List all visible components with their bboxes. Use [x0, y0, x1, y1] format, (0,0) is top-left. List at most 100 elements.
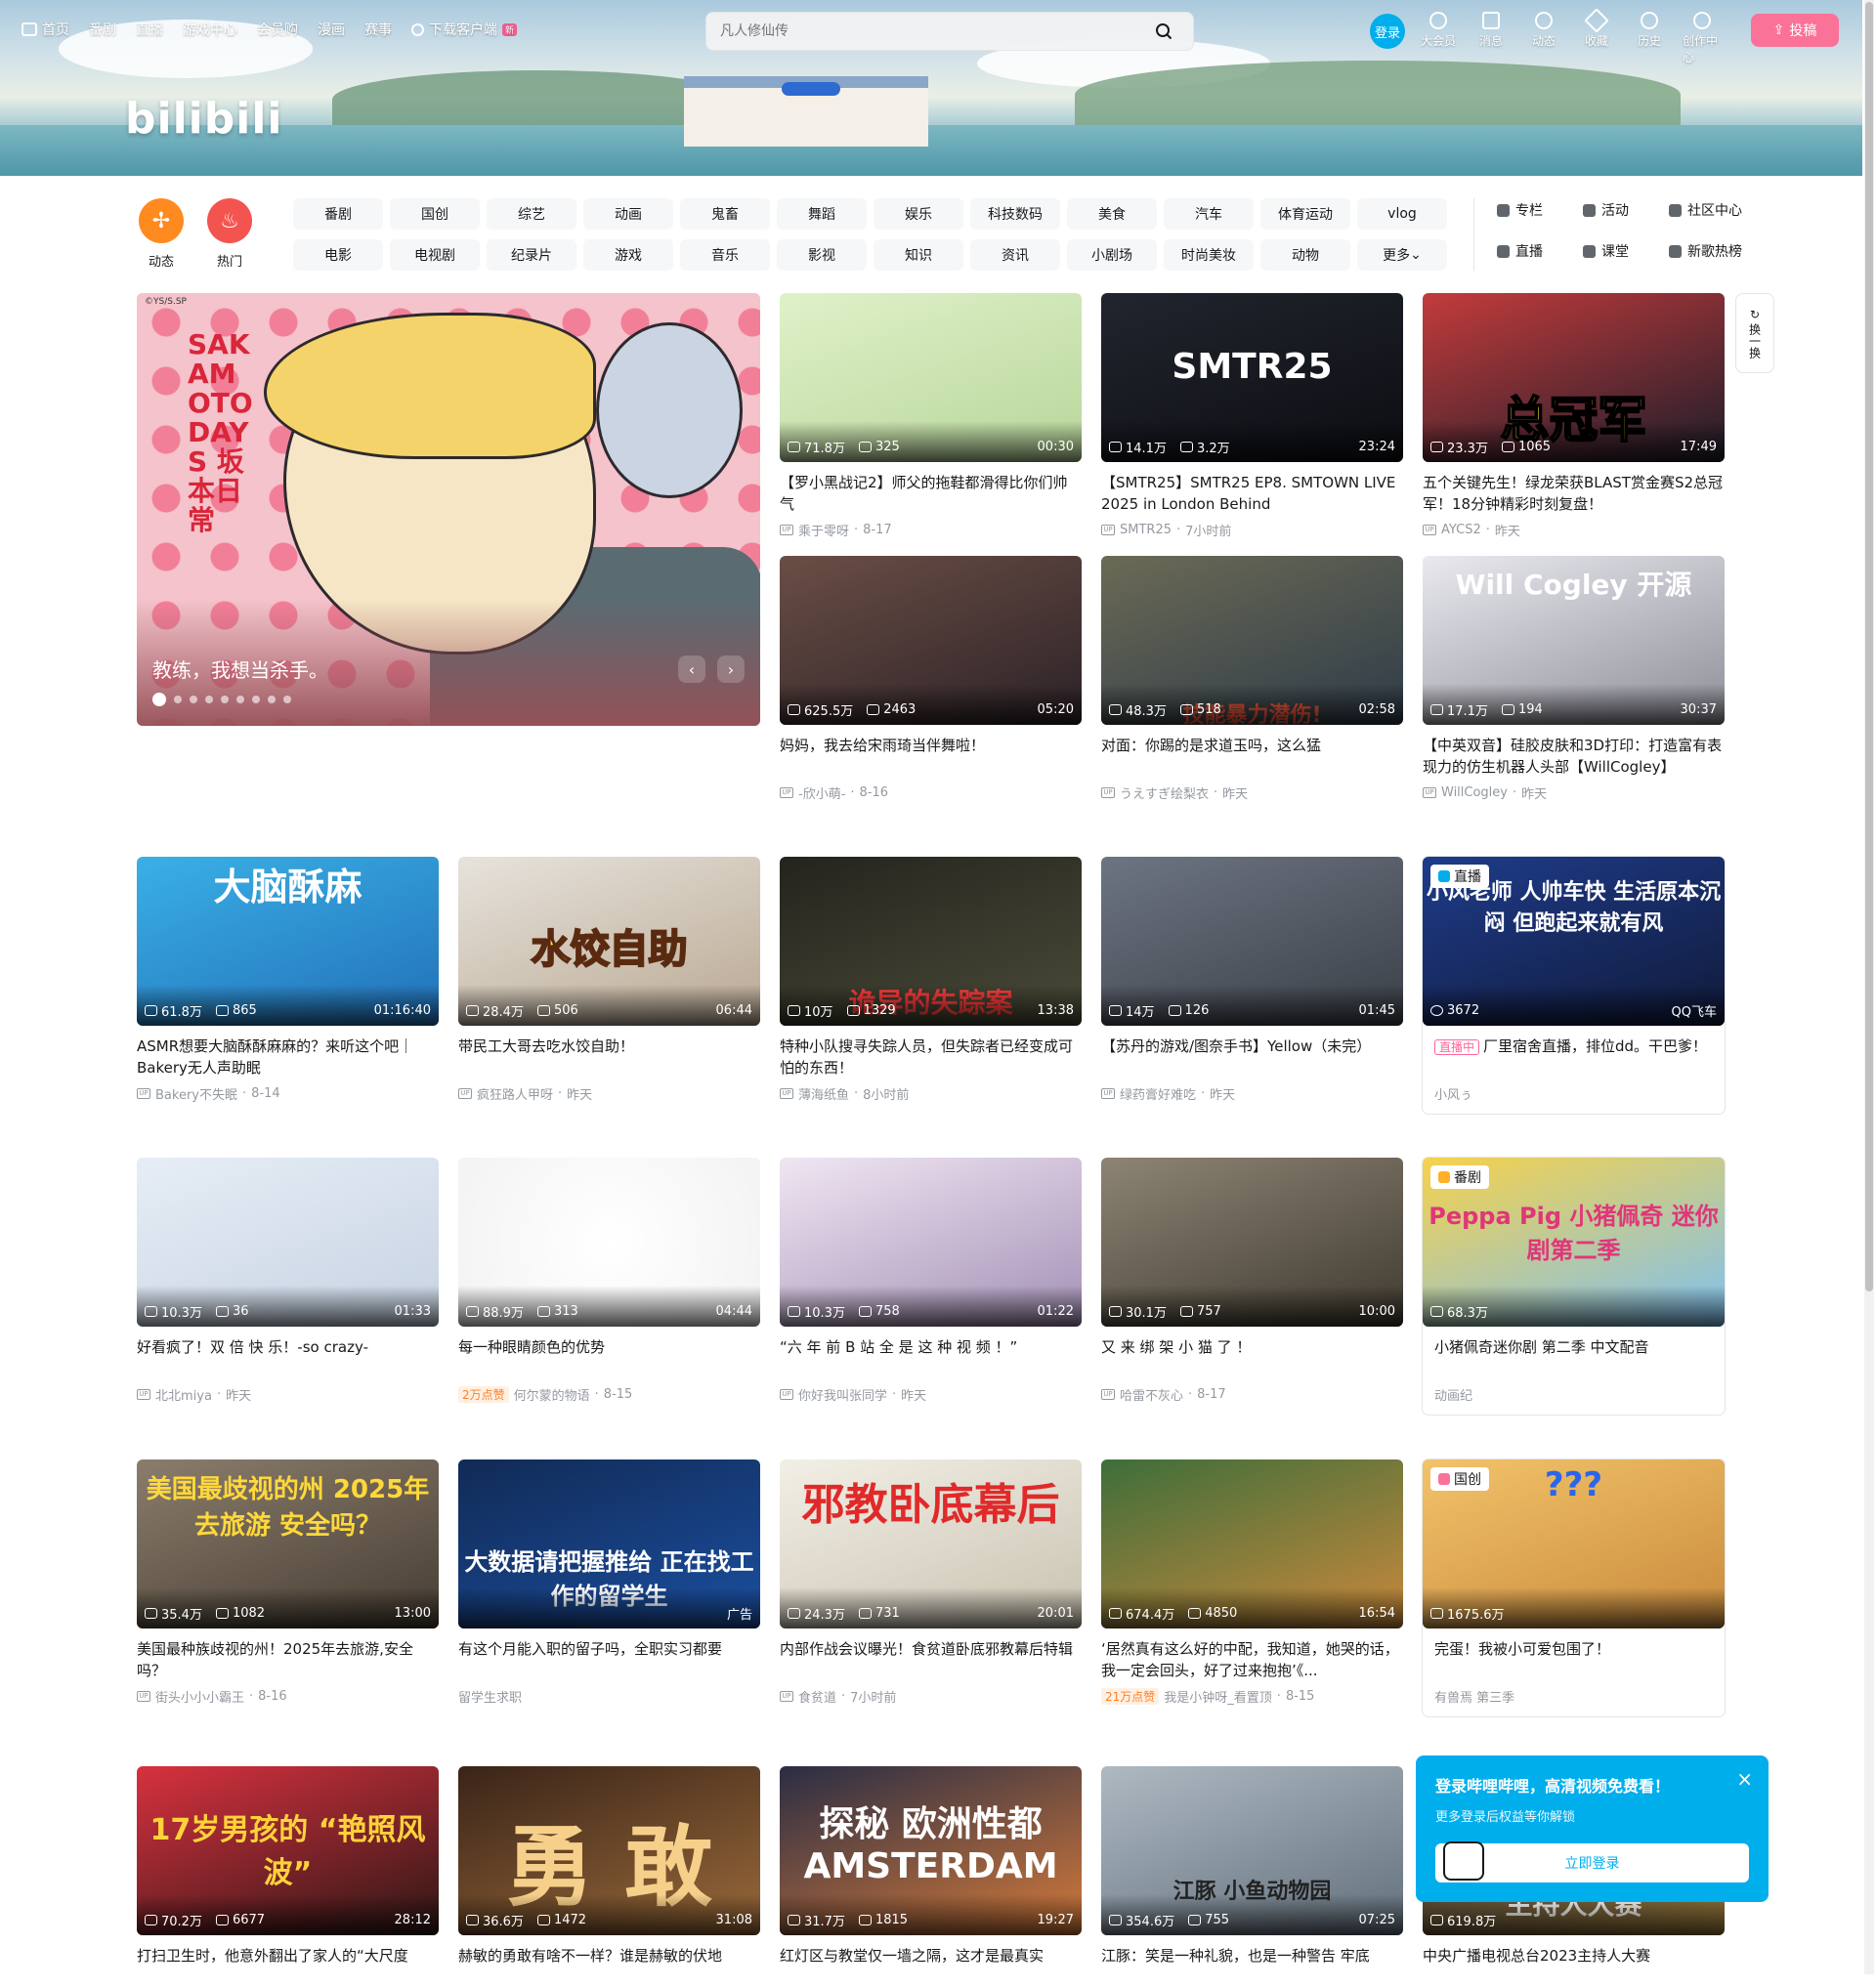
nav-manga[interactable]: 漫画	[318, 20, 345, 39]
link-classroom[interactable]: 课堂	[1583, 239, 1665, 263]
nav-home[interactable]: 首页	[21, 20, 69, 39]
uploader-name[interactable]: 留学生求职	[458, 1687, 522, 1706]
video-thumbnail[interactable]: 10.3万 758 01:22	[780, 1158, 1082, 1327]
channel-chip[interactable]: 时尚美妆	[1164, 239, 1254, 271]
video-thumbnail[interactable]: ??? 国创 1675.6万	[1423, 1459, 1725, 1628]
video-card[interactable]: 30.1万 757 10:00 又 来 绑 架 小 猫 了 ！ UP 哈雷不灰心 · 8-17	[1101, 1158, 1403, 1403]
link-community[interactable]: 社区中心	[1669, 198, 1751, 222]
video-card[interactable]: 技能暴力潜伤!48.3万51802:58对面：你踢的是求道玉吗，这么猛UPうえす…	[1101, 556, 1403, 801]
link-activities[interactable]: 活动	[1583, 198, 1665, 222]
channel-chip[interactable]: 舞蹈	[777, 198, 867, 230]
carousel-dot[interactable]	[152, 693, 166, 706]
video-thumbnail[interactable]: Will Cogley 开源 17.1万 194 30:37	[1423, 556, 1725, 725]
uploader-name[interactable]: うえすぎ绘梨衣	[1120, 783, 1209, 802]
video-title[interactable]: 内部作战会议曝光！食贫道卧底邪教幕后特辑	[780, 1638, 1082, 1681]
video-title[interactable]: 中央广播电视总台2023主持人大赛	[1423, 1945, 1725, 1988]
video-card[interactable]: 总冠军 23.3万 1065 17:49 五个关键先生！绿龙荣获BLAST赏金赛S2总冠…	[1423, 293, 1725, 538]
video-thumbnail[interactable]: 江豚 小鱼动物园 354.6万 755 07:25	[1101, 1766, 1403, 1935]
nav-download-client[interactable]: 下载客户端 新	[411, 20, 518, 39]
video-title[interactable]: 红灯区与教堂仅一墙之隔，这才是最真实	[780, 1945, 1082, 1988]
refresh-button[interactable]: ↻ 换一换	[1735, 293, 1774, 373]
video-title[interactable]: 赫敏的勇敢有啥不一样？谁是赫敏的伏地	[458, 1945, 760, 1988]
video-title[interactable]: 完蛋！我被小可爱包围了！	[1423, 1638, 1725, 1681]
uploader-name[interactable]: Bakery不失眠	[155, 1084, 237, 1103]
video-thumbnail[interactable]: 诡异的失踪案10万132913:38	[780, 857, 1082, 1026]
uploader-name[interactable]: 有兽焉 第三季	[1434, 1687, 1514, 1706]
scrollbar-thumb[interactable]	[1865, 2, 1873, 1291]
carousel-prev-button[interactable]: ‹	[678, 656, 705, 683]
video-title[interactable]: 直播中 厂里宿舍直播，排位dd。干巴爹！	[1423, 1036, 1725, 1079]
nav-bangumi[interactable]: 番剧	[89, 20, 116, 39]
carousel-dot[interactable]	[221, 696, 229, 703]
carousel-dot[interactable]	[205, 696, 213, 703]
video-title[interactable]: 有这个月能入职的留子吗，全职实习都要	[458, 1638, 760, 1681]
video-title[interactable]: ASMR想要大脑酥酥麻麻的？来听这个吧｜Bakery无人声助眠	[137, 1036, 439, 1079]
upload-button[interactable]: ⇪ 投稿	[1751, 14, 1839, 47]
video-thumbnail[interactable]: 邪教卧底幕后 24.3万 731 20:01	[780, 1459, 1082, 1628]
video-card[interactable]: Will Cogley 开源 17.1万 194 30:37 【中英双音】硅胶皮肤和3D…	[1423, 556, 1725, 801]
video-thumbnail[interactable]: 美国最歧视的州 2025年去旅游 安全吗？ 35.4万 1082 13:00	[137, 1459, 439, 1628]
video-title[interactable]: 【罗小黑战记2】师父的拖鞋都滑得比你们帅气	[780, 472, 1082, 515]
channel-chip[interactable]: 番剧	[293, 198, 383, 230]
uploader-name[interactable]: AYCS2	[1441, 523, 1481, 537]
link-new-songs[interactable]: 新歌热榜	[1669, 239, 1751, 263]
video-title[interactable]: 美国最种族歧视的州！2025年去旅游,安全吗？	[137, 1638, 439, 1681]
carousel-next-button[interactable]: ›	[717, 656, 745, 683]
video-thumbnail[interactable]: 勇 敢 36.6万 1472 31:08	[458, 1766, 760, 1935]
video-thumbnail[interactable]: 小风老师 人帅车快 生活原本沉闷 但跑起来就有风 直播 3672 QQ飞车	[1423, 857, 1725, 1026]
channel-chip[interactable]: 纪录片	[487, 239, 576, 271]
video-card[interactable]: 勇 敢 36.6万 1472 31:08 赫敏的勇敢有啥不一样？谁是赫敏的伏地	[458, 1766, 760, 1988]
channel-chip[interactable]: 动物	[1260, 239, 1350, 271]
video-title[interactable]: 【SMTR25】SMTR25 EP8. SMTOWN LIVE 2025 in …	[1101, 472, 1403, 515]
video-card[interactable]: 水饺自助 28.4万 506 06:44 带民工大哥去吃水饺自助！ UP 疯狂路人甲呀 · 昨天	[458, 857, 760, 1102]
video-title[interactable]: 【苏丹的游戏/图奈手书】Yellow（未完）	[1101, 1036, 1403, 1079]
uploader-name[interactable]: 薄海纸鱼	[798, 1084, 849, 1103]
video-thumbnail[interactable]: 71.8万 325 00:30	[780, 293, 1082, 462]
uploader-name[interactable]: 疯狂路人甲呀	[477, 1084, 553, 1103]
channel-chip[interactable]: 更多 ⌄	[1357, 239, 1447, 271]
video-card[interactable]: 美国最歧视的州 2025年去旅游 安全吗？ 35.4万 1082 13:00 美国最种族…	[137, 1459, 439, 1705]
video-thumbnail[interactable]: 17岁男孩的 “艳照风波” 70.2万 6677 28:12	[137, 1766, 439, 1935]
carousel-dot[interactable]	[174, 696, 182, 703]
login-avatar[interactable]: 登录	[1370, 14, 1405, 49]
nav-vip[interactable]: 大会员	[1419, 12, 1458, 65]
video-card[interactable]: SMTR25 14.1万 3.2万 23:24 【SMTR25】SMTR25 EP8. …	[1101, 293, 1403, 538]
video-card[interactable]: 邪教卧底幕后 24.3万 731 20:01 内部作战会议曝光！食贫道卧底邪教幕后特辑 U…	[780, 1459, 1082, 1705]
video-thumbnail[interactable]: 水饺自助 28.4万 506 06:44	[458, 857, 760, 1026]
channel-chip[interactable]: 国创	[390, 198, 480, 230]
channel-chip[interactable]: 游戏	[583, 239, 673, 271]
uploader-name[interactable]: 何尔蒙的物语	[514, 1385, 590, 1404]
uploader-name[interactable]: SMTR25	[1120, 523, 1172, 537]
uploader-name[interactable]: 街头小小小霸王	[155, 1687, 244, 1706]
video-thumbnail[interactable]: 14万 126 01:45	[1101, 857, 1403, 1026]
search-input[interactable]	[720, 23, 1148, 39]
uploader-name[interactable]: 哈雷不灰心	[1120, 1385, 1183, 1404]
channel-dynamic[interactable]: ✢ 动态	[127, 198, 195, 270]
video-thumbnail[interactable]: 674.4万 4850 16:54	[1101, 1459, 1403, 1628]
video-thumbnail[interactable]: SMTR25 14.1万 3.2万 23:24	[1101, 293, 1403, 462]
channel-chip[interactable]: 电影	[293, 239, 383, 271]
uploader-name[interactable]: 乘于零呀	[798, 521, 849, 539]
video-card[interactable]: 诡异的失踪案10万132913:38特种小队搜寻失踪人员，但失踪者已经变成可怕的…	[780, 857, 1082, 1102]
video-card[interactable]: 大脑酥麻 61.8万 865 01:16:40 ASMR想要大脑酥酥麻麻的？来听这个吧｜…	[137, 857, 439, 1102]
channel-chip[interactable]: 动画	[583, 198, 673, 230]
nav-favorites[interactable]: 收藏	[1577, 8, 1616, 65]
video-card[interactable]: 大数据请把握推给 正在找工作的留学生广告有这个月能入职的留子吗，全职实习都要留学…	[458, 1459, 760, 1705]
nav-live[interactable]: 直播	[136, 20, 163, 39]
video-title[interactable]: 江豚：笑是一种礼貌，也是一种警告 牢底	[1101, 1945, 1403, 1988]
channel-hot[interactable]: ♨ 热门	[195, 198, 264, 270]
video-title[interactable]: 好看疯了！双 倍 快 乐！-so crazy-	[137, 1336, 439, 1379]
video-thumbnail[interactable]: 探秘 欧洲性都 AMSTERDAM 31.7万 1815 19:27	[780, 1766, 1082, 1935]
uploader-name[interactable]: 你好我叫张同学	[798, 1385, 887, 1404]
uploader-name[interactable]: WillCogley	[1441, 785, 1508, 800]
nav-dynamics[interactable]: 动态	[1524, 12, 1563, 65]
video-thumbnail[interactable]: 大脑酥麻 61.8万 865 01:16:40	[137, 857, 439, 1026]
video-title[interactable]: 妈妈，我去给宋雨琦当伴舞啦！	[780, 735, 1082, 778]
channel-chip[interactable]: 美食	[1067, 198, 1157, 230]
bangumi-card[interactable]: Peppa Pig 小猪佩奇 迷你剧第二季 番剧 68.3万 小猪佩奇迷你剧 第二季 …	[1423, 1158, 1725, 1415]
video-title[interactable]: 每一种眼睛颜色的优势	[458, 1336, 760, 1379]
video-card[interactable]: 88.9万 313 04:44 每一种眼睛颜色的优势 2万点赞 何尔蒙的物语 · 8-15	[458, 1158, 760, 1403]
channel-chip[interactable]: 综艺	[487, 198, 576, 230]
channel-chip[interactable]: vlog	[1357, 198, 1447, 230]
video-thumbnail[interactable]: 大数据请把握推给 正在找工作的留学生广告	[458, 1459, 760, 1628]
